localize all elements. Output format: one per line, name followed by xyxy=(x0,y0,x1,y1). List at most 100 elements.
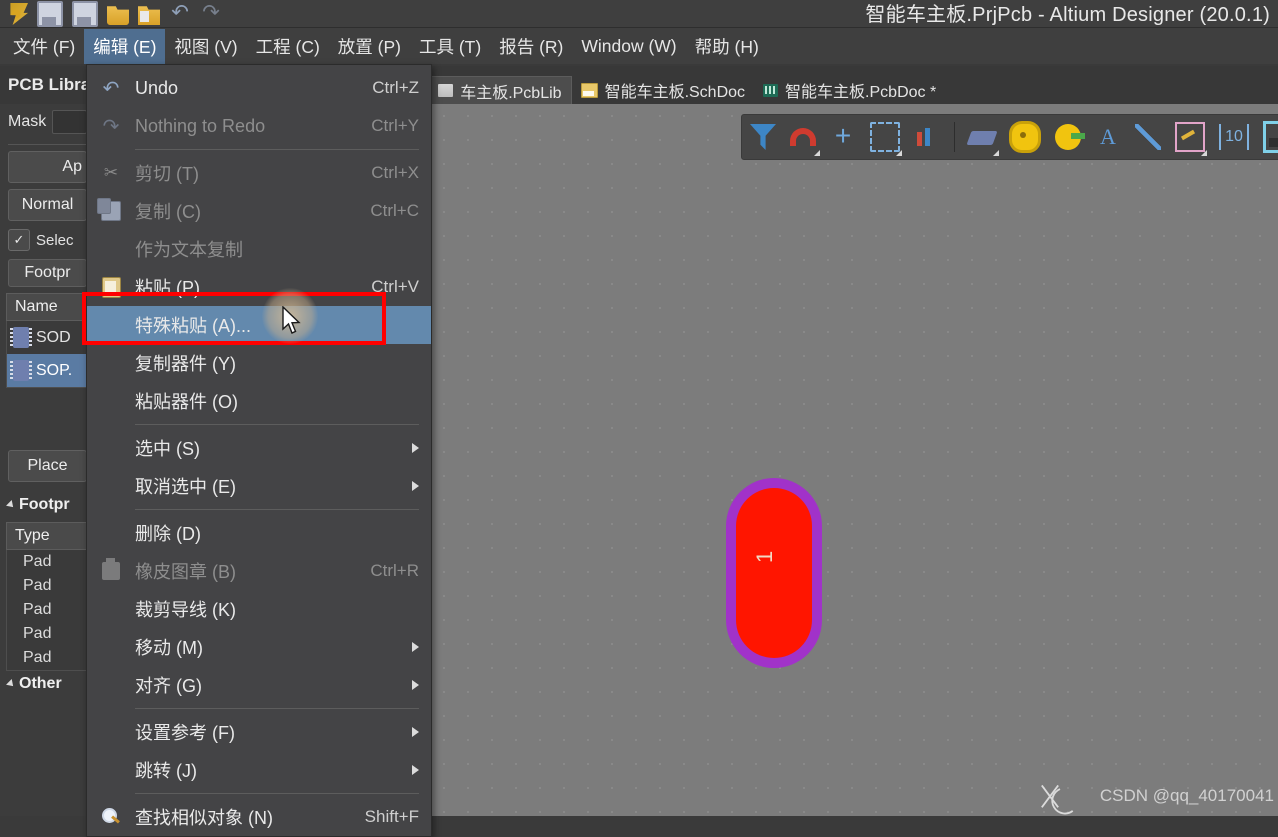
menu-item-select[interactable]: 选中 (S) xyxy=(87,429,431,467)
footprint-section-label: Footpr xyxy=(19,496,70,513)
other-section-header[interactable]: Other xyxy=(0,671,95,701)
magnet-snap-icon[interactable] xyxy=(790,124,820,156)
place-button[interactable]: Place xyxy=(8,450,87,482)
menu-item-redo: ↷ Nothing to Redo Ctrl+Y xyxy=(87,107,431,145)
menu-help[interactable]: 帮助 (H) xyxy=(686,29,768,64)
marquee-select-icon[interactable] xyxy=(870,122,902,156)
crosshair-icon[interactable]: + xyxy=(830,122,856,150)
menu-item-label: 复制 (C) xyxy=(135,202,201,222)
menu-item-find-similar-objects[interactable]: 查找相似对象 (N) Shift+F xyxy=(87,798,431,836)
table-row[interactable]: Pad xyxy=(7,598,88,622)
menu-item-copy-component[interactable]: 复制器件 (Y) xyxy=(87,344,431,382)
menu-tools[interactable]: 工具 (T) xyxy=(410,29,490,64)
place-dimension-icon[interactable]: 10 xyxy=(1219,124,1249,150)
table-row[interactable]: Pad xyxy=(7,646,88,670)
menu-item-paste[interactable]: 粘贴 (P) Ctrl+V xyxy=(87,268,431,306)
list-item[interactable]: SOD xyxy=(7,321,88,354)
place-polygon-icon[interactable] xyxy=(1263,121,1278,153)
table-row[interactable]: Pad xyxy=(7,574,88,598)
submenu-arrow-icon xyxy=(412,642,419,652)
menu-item-label: 查找相似对象 (N) xyxy=(135,808,273,828)
redo-icon[interactable]: ↷ xyxy=(200,2,222,25)
menu-item-label: 特殊粘贴 (A)... xyxy=(135,316,251,336)
menu-item-shortcut: Ctrl+R xyxy=(370,561,419,580)
undo-icon: ↶ xyxy=(102,77,120,100)
open-icon[interactable] xyxy=(107,6,129,25)
name-column-header[interactable]: Name xyxy=(6,293,89,321)
menu-separator xyxy=(135,793,419,794)
menu-item-move[interactable]: 移动 (M) xyxy=(87,628,431,666)
tab-pcblib[interactable]: 车主板.PcbLib xyxy=(428,76,572,104)
menu-item-delete[interactable]: 删除 (D) xyxy=(87,514,431,552)
menu-item-align[interactable]: 对齐 (G) xyxy=(87,666,431,704)
save-all-icon[interactable] xyxy=(72,1,98,27)
pcb-tools-toolbar: + A 10 xyxy=(741,114,1278,160)
place-component-icon[interactable] xyxy=(966,124,999,156)
footprint-section-header[interactable]: Footpr xyxy=(0,488,95,522)
tab-schdoc[interactable]: 智能车主板.SchDoc xyxy=(572,76,754,104)
menu-view[interactable]: 视图 (V) xyxy=(165,29,246,64)
save-icon[interactable] xyxy=(37,1,63,27)
menu-item-label: 作为文本复制 xyxy=(135,240,243,260)
component-list: SOD SOP. xyxy=(6,321,89,388)
menu-item-jump[interactable]: 跳转 (J) xyxy=(87,751,431,789)
menu-item-label: 橡皮图章 (B) xyxy=(135,562,236,582)
menu-window[interactable]: Window (W) xyxy=(572,31,685,62)
menu-item-label: 粘贴 (P) xyxy=(135,278,200,298)
table-row[interactable]: Pad xyxy=(7,622,88,646)
schdoc-icon xyxy=(580,82,598,98)
menu-item-paste-component[interactable]: 粘贴器件 (O) xyxy=(87,382,431,420)
submenu-arrow-icon xyxy=(412,481,419,491)
menu-item-set-reference[interactable]: 设置参考 (F) xyxy=(87,713,431,751)
tab-pcbdoc[interactable]: 智能车主板.PcbDoc * xyxy=(754,76,945,104)
mask-input[interactable] xyxy=(52,110,87,134)
tab-pcbdoc-label: 智能车主板.PcbDoc * xyxy=(785,84,937,101)
menu-item-label: Undo xyxy=(135,77,179,98)
menu-reports[interactable]: 报告 (R) xyxy=(490,29,572,64)
primitive-list: Pad Pad Pad Pad Pad xyxy=(6,550,89,671)
menu-edit[interactable]: 编辑 (E) xyxy=(84,28,166,64)
component-icon xyxy=(10,360,32,381)
menu-item-deselect[interactable]: 取消选中 (E) xyxy=(87,467,431,505)
menu-project[interactable]: 工程 (C) xyxy=(247,29,329,64)
menu-item-label: 跳转 (J) xyxy=(135,761,197,781)
menu-separator xyxy=(135,149,419,150)
mask-label: Mask xyxy=(8,113,47,130)
menu-item-copy-as-text: 作为文本复制 xyxy=(87,230,431,268)
open-project-icon[interactable] xyxy=(138,6,160,25)
select-checkbox-row[interactable]: ✓ Selec xyxy=(0,227,95,253)
collapse-triangle-icon xyxy=(6,679,16,689)
normal-button[interactable]: Normal xyxy=(8,189,87,221)
filter-icon[interactable] xyxy=(750,124,776,150)
altium-logo-icon[interactable] xyxy=(10,3,28,25)
menu-item-label: 选中 (S) xyxy=(135,439,200,459)
place-pad-icon[interactable] xyxy=(1009,121,1041,153)
quick-access-toolbar: ↶ ↷ xyxy=(6,1,222,27)
menu-file[interactable]: 文件 (F) xyxy=(4,29,84,64)
type-column-header[interactable]: Type xyxy=(6,522,89,550)
pcb-pad[interactable]: 1 xyxy=(726,478,822,668)
menu-item-label: 移动 (M) xyxy=(135,638,203,658)
menu-item-rubber-stamp: 橡皮图章 (B) Ctrl+R xyxy=(87,552,431,590)
list-item[interactable]: SOP. xyxy=(7,354,88,387)
place-region-icon[interactable] xyxy=(1175,122,1207,156)
select-checkbox-label: Selec xyxy=(36,231,74,249)
submenu-arrow-icon xyxy=(412,727,419,737)
place-string-icon[interactable]: A xyxy=(1095,124,1121,150)
place-via-icon[interactable] xyxy=(1055,124,1085,150)
menu-item-undo[interactable]: ↶ Undo Ctrl+Z xyxy=(87,69,431,107)
place-line-icon[interactable] xyxy=(1135,124,1161,150)
select-checkbox[interactable]: ✓ xyxy=(8,229,30,251)
table-row[interactable]: Pad xyxy=(7,550,88,574)
apply-button[interactable]: Ap xyxy=(8,151,87,183)
panel-divider xyxy=(8,144,87,145)
menu-item-copy: 复制 (C) Ctrl+C xyxy=(87,192,431,230)
menu-item-paste-special[interactable]: 特殊粘贴 (A)... xyxy=(87,306,431,344)
edit-dropdown-menu: ↶ Undo Ctrl+Z ↷ Nothing to Redo Ctrl+Y ✂… xyxy=(86,64,432,837)
undo-icon[interactable]: ↶ xyxy=(169,2,191,25)
layer-stack-icon[interactable] xyxy=(914,124,940,150)
menu-item-shortcut: Ctrl+V xyxy=(371,277,419,296)
menu-place[interactable]: 放置 (P) xyxy=(329,29,410,64)
pcblib-icon xyxy=(438,84,454,97)
menu-item-slice-tracks[interactable]: 裁剪导线 (K) xyxy=(87,590,431,628)
